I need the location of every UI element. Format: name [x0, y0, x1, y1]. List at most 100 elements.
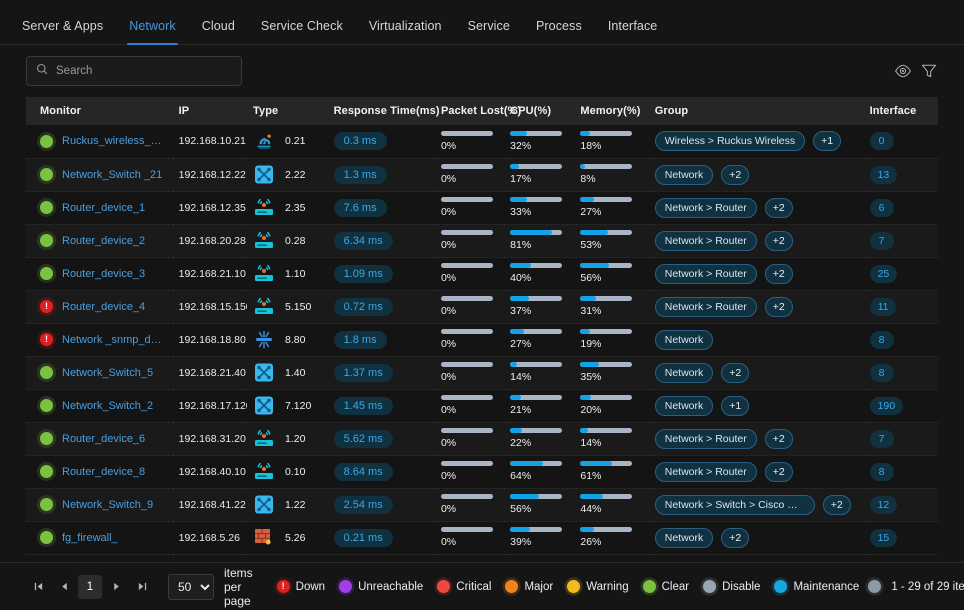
monitor-name-link[interactable]: Router_device_3 — [62, 268, 145, 280]
interface-count-badge[interactable]: 13 — [869, 165, 898, 184]
nav-tab-service[interactable]: Service — [455, 19, 523, 44]
nav-tab-network[interactable]: Network — [116, 19, 189, 45]
interface-count-badge[interactable]: 8 — [869, 363, 894, 382]
monitor-name-link[interactable]: Network_Switch_5 — [62, 367, 153, 379]
col-type[interactable]: Type — [247, 97, 328, 125]
col-group[interactable]: Group — [648, 97, 864, 125]
col-monitor[interactable]: Monitor — [26, 97, 173, 125]
table-row[interactable]: Network_Switch _21 192.168.12.22 2.22 1.3 m… — [26, 158, 938, 191]
packet-lost-bar — [440, 461, 493, 466]
group-more-tag[interactable]: +2 — [764, 296, 793, 317]
table-row[interactable]: Router_device_6 192.168.31.20 1.20 5.62 ms 0… — [26, 422, 938, 455]
col-memory[interactable]: Memory(%) — [574, 97, 649, 125]
table-row[interactable]: Network _snmp_device 192.168.18.80 8.80 1.8… — [26, 323, 938, 356]
filter-funnel-icon[interactable] — [916, 58, 942, 84]
monitor-name-link[interactable]: Router_device_8 — [62, 466, 145, 478]
interface-count-badge[interactable]: 7 — [869, 429, 894, 448]
group-tag[interactable]: Network > Router — [654, 428, 757, 449]
prev-page-icon[interactable] — [52, 575, 76, 599]
group-tag[interactable]: Network > Router — [654, 230, 757, 251]
table-row[interactable]: fg_firewall_ 192.168.5.26 5.26 0.21 ms 0% 39%… — [26, 521, 938, 554]
page-number[interactable]: 1 — [78, 574, 102, 599]
monitor-name-link[interactable]: fg_firewall_ — [62, 532, 118, 544]
cell-monitor: Network_Switch_2 — [26, 389, 173, 422]
nav-tab-cloud[interactable]: Cloud — [189, 19, 248, 44]
group-more-tag[interactable]: +2 — [764, 230, 793, 251]
table-row[interactable]: Router_device_4 192.168.15.150 5.150 0.72 m… — [26, 290, 938, 323]
group-tag[interactable]: Network — [654, 362, 714, 383]
group-tag[interactable]: Wireless > Ruckus Wireless — [654, 131, 806, 152]
nav-tab-server-apps[interactable]: Server & Apps — [22, 19, 116, 44]
monitor-name-link[interactable]: Router_device_6 — [62, 433, 145, 445]
table-row[interactable]: Router_device_3 192.168.21.10 1.10 1.09 ms 0… — [26, 257, 938, 290]
group-more-tag[interactable]: +2 — [764, 461, 793, 482]
cell-monitor: Router_device_8 — [26, 455, 173, 488]
group-tag[interactable]: Network — [654, 395, 714, 416]
group-tag[interactable]: Network > Router — [654, 296, 757, 317]
monitor-name-link[interactable]: Ruckus_wireless_device — [62, 135, 167, 147]
packet-lost-progress: 0% — [440, 329, 493, 350]
group-more-tag[interactable]: +2 — [721, 527, 750, 548]
table-row[interactable]: Network_Switch_5 192.168.21.40 1.40 1.37 ms… — [26, 356, 938, 389]
nav-tab-process[interactable]: Process — [523, 19, 595, 44]
response-time-badge: 7.6 ms — [333, 198, 387, 217]
next-page-icon[interactable] — [104, 575, 128, 599]
table-row[interactable]: Router_device_1 192.168.12.35 2.35 7.6 ms 0%… — [26, 191, 938, 224]
interface-count-badge[interactable]: 25 — [869, 264, 898, 283]
group-tag[interactable]: Network — [654, 329, 714, 350]
table-row[interactable]: Router_device_8 192.168.40.10 0.10 8.64 ms 0… — [26, 455, 938, 488]
nav-tab-interface[interactable]: Interface — [595, 19, 671, 44]
interface-count-badge[interactable]: 7 — [869, 231, 894, 250]
group-more-tag[interactable]: +2 — [721, 362, 750, 383]
monitor-name-link[interactable]: Network_Switch_9 — [62, 499, 153, 511]
group-tag[interactable]: Network — [654, 527, 714, 548]
group-tag[interactable]: Network > Router — [654, 461, 757, 482]
nav-tab-service-check[interactable]: Service Check — [248, 19, 356, 44]
first-page-icon[interactable] — [26, 575, 50, 599]
col-interface[interactable]: Interface — [863, 97, 938, 125]
cell-ip: 192.168.15.150 — [173, 290, 247, 323]
page-size-select[interactable]: 50 — [168, 573, 214, 600]
interface-count-badge[interactable]: 12 — [869, 495, 898, 514]
group-more-tag[interactable]: +2 — [721, 164, 750, 185]
monitor-name-link[interactable]: Router_device_4 — [62, 301, 145, 313]
group-tag[interactable]: Network > Switch > Cisco Syst… — [654, 494, 815, 515]
group-tag[interactable]: Network > Router — [654, 197, 757, 218]
search-input[interactable] — [56, 65, 232, 77]
interface-count-badge[interactable]: 190 — [869, 396, 904, 415]
monitor-name-link[interactable]: Router_device_1 — [62, 202, 145, 214]
cell-type: 2.35 — [247, 191, 328, 224]
group-more-tag[interactable]: +1 — [721, 395, 750, 416]
group-more-tag[interactable]: +2 — [764, 197, 793, 218]
col-packet-lost[interactable]: Packet Lost(%) — [434, 97, 521, 125]
table-row[interactable]: Network_Switch_9 192.168.41.22 1.22 2.54 ms… — [26, 488, 938, 521]
table-row[interactable]: Ruckus_wireless_device 192.168.10.21 0.21 0… — [26, 125, 938, 158]
last-page-icon[interactable] — [130, 575, 154, 599]
nav-tab-virtualization[interactable]: Virtualization — [356, 19, 455, 44]
memory-progress: 20% — [580, 395, 633, 416]
group-more-tag[interactable]: +2 — [764, 263, 793, 284]
monitor-name-link[interactable]: Router_device_2 — [62, 235, 145, 247]
monitor-name-link[interactable]: Network_Switch _21 — [62, 169, 162, 181]
interface-count-badge[interactable]: 8 — [869, 462, 894, 481]
interface-count-badge[interactable]: 6 — [869, 198, 894, 217]
monitor-name-link[interactable]: Network _snmp_device — [62, 334, 167, 346]
interface-count-badge[interactable]: 8 — [869, 330, 894, 349]
col-cpu[interactable]: CPU(%) — [504, 97, 575, 125]
group-more-tag[interactable]: +1 — [813, 131, 842, 152]
group-more-tag[interactable]: +2 — [822, 494, 851, 515]
response-time-badge: 2.54 ms — [333, 495, 393, 514]
col-response-time[interactable]: Response Time(ms) — [327, 97, 439, 125]
interface-count-badge[interactable]: 11 — [869, 297, 897, 316]
table-row[interactable]: Router_device_2 192.168.20.28 0.28 6.34 ms 0… — [26, 224, 938, 257]
col-ip[interactable]: IP — [172, 97, 248, 125]
search-box[interactable] — [26, 56, 242, 86]
monitor-name-link[interactable]: Network_Switch_2 — [62, 400, 153, 412]
group-tag[interactable]: Network > Router — [654, 263, 757, 284]
group-tag[interactable]: Network — [654, 164, 714, 185]
eye-icon[interactable] — [890, 58, 916, 84]
group-more-tag[interactable]: +2 — [764, 428, 793, 449]
interface-count-badge[interactable]: 15 — [869, 528, 898, 547]
table-row[interactable]: Network_Switch_2 192.168.17.120 7.120 1.45 … — [26, 389, 938, 422]
interface-count-badge[interactable]: 0 — [869, 132, 894, 151]
